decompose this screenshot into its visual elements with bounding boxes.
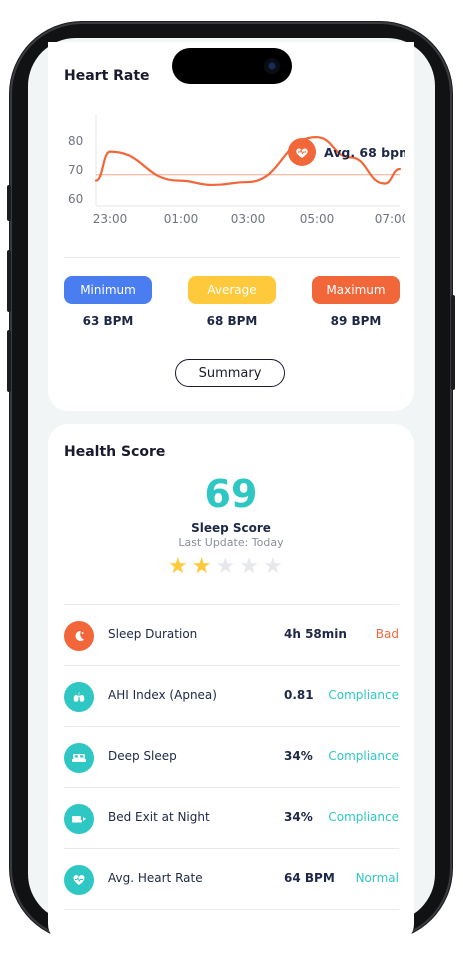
metric-row[interactable]: Bed Exit at Night 34% Compliance: [64, 788, 399, 848]
maximum-pill: Maximum: [312, 276, 400, 304]
y-tick-label: 70: [68, 163, 83, 177]
metric-status: Compliance: [328, 688, 399, 702]
bed-exit-icon: [64, 804, 94, 834]
star-empty-icon: ★: [262, 554, 283, 579]
action-button: [7, 185, 11, 221]
metric-label: AHI Index (Apnea): [108, 688, 217, 702]
metric-row[interactable]: Deep Sleep 34% Compliance: [64, 727, 399, 787]
rating-stars: ★ ★ ★ ★ ★: [168, 556, 283, 578]
average-callout-text: Avg. 68 bpm: [324, 145, 405, 160]
dynamic-island: [172, 48, 292, 84]
y-tick-label: 80: [68, 134, 83, 148]
metric-row[interactable]: Sleep Duration 4h 58min Bad: [64, 605, 399, 665]
volume-up-button: [7, 250, 11, 312]
metric-value: 4h 58min: [284, 627, 347, 641]
camera-icon: [264, 58, 280, 74]
metric-row[interactable]: AHI Index (Apnea) 0.81 Compliance: [64, 666, 399, 726]
x-tick-label: 05:00: [300, 212, 335, 226]
minimum-value: 63 BPM: [82, 314, 134, 328]
x-tick-label: 03:00: [231, 212, 266, 226]
health-score-title: Health Score: [64, 444, 166, 460]
metric-label: Sleep Duration: [108, 627, 198, 641]
row-divider: [64, 909, 399, 910]
metric-label: Avg. Heart Rate: [108, 871, 203, 885]
sleep-score-label: Sleep Score: [191, 521, 271, 535]
chart-divider: [64, 257, 399, 258]
average-pill: Average: [188, 276, 276, 304]
metric-value: 34%: [284, 749, 313, 763]
star-filled-icon: ★: [168, 554, 188, 579]
metric-status: Bad: [375, 627, 399, 641]
metric-status: Normal: [355, 871, 399, 885]
heart-rate-chart: 80 70 60 23:00 01:00 03:00 05:00 07:00 Avg. 68 b…: [68, 114, 405, 226]
heart-icon: [64, 865, 94, 895]
volume-down-button: [7, 330, 11, 392]
bed-icon: [64, 743, 94, 773]
y-tick-label: 60: [68, 192, 83, 206]
sleep-score-value: 69: [204, 472, 258, 516]
metric-value: 64 BPM: [284, 871, 335, 885]
metric-value: 34%: [284, 810, 313, 824]
metric-status: Compliance: [328, 749, 399, 763]
average-value: 68 BPM: [206, 314, 258, 328]
lungs-icon: [64, 682, 94, 712]
x-tick-label: 01:00: [164, 212, 199, 226]
heart-rate-title: Heart Rate: [64, 68, 150, 84]
summary-button[interactable]: Summary: [175, 359, 285, 387]
screen-bottom-bezel: [28, 922, 435, 962]
star-empty-icon: ★: [215, 554, 236, 579]
metric-row[interactable]: Avg. Heart Rate 64 BPM Normal: [64, 849, 399, 909]
last-update-text: Last Update: Today: [178, 536, 284, 549]
minimum-pill: Minimum: [64, 276, 152, 304]
power-button: [451, 295, 455, 390]
star-empty-icon: ★: [239, 554, 259, 579]
maximum-value: 89 BPM: [330, 314, 382, 328]
metric-status: Compliance: [328, 810, 399, 824]
moon-icon: [64, 621, 94, 651]
x-tick-label: 23:00: [93, 212, 128, 226]
metric-label: Bed Exit at Night: [108, 810, 210, 824]
metric-label: Deep Sleep: [108, 749, 177, 763]
x-tick-label: 07:00: [375, 212, 405, 226]
metric-value: 0.81: [284, 688, 314, 702]
star-filled-icon: ★: [191, 554, 212, 579]
